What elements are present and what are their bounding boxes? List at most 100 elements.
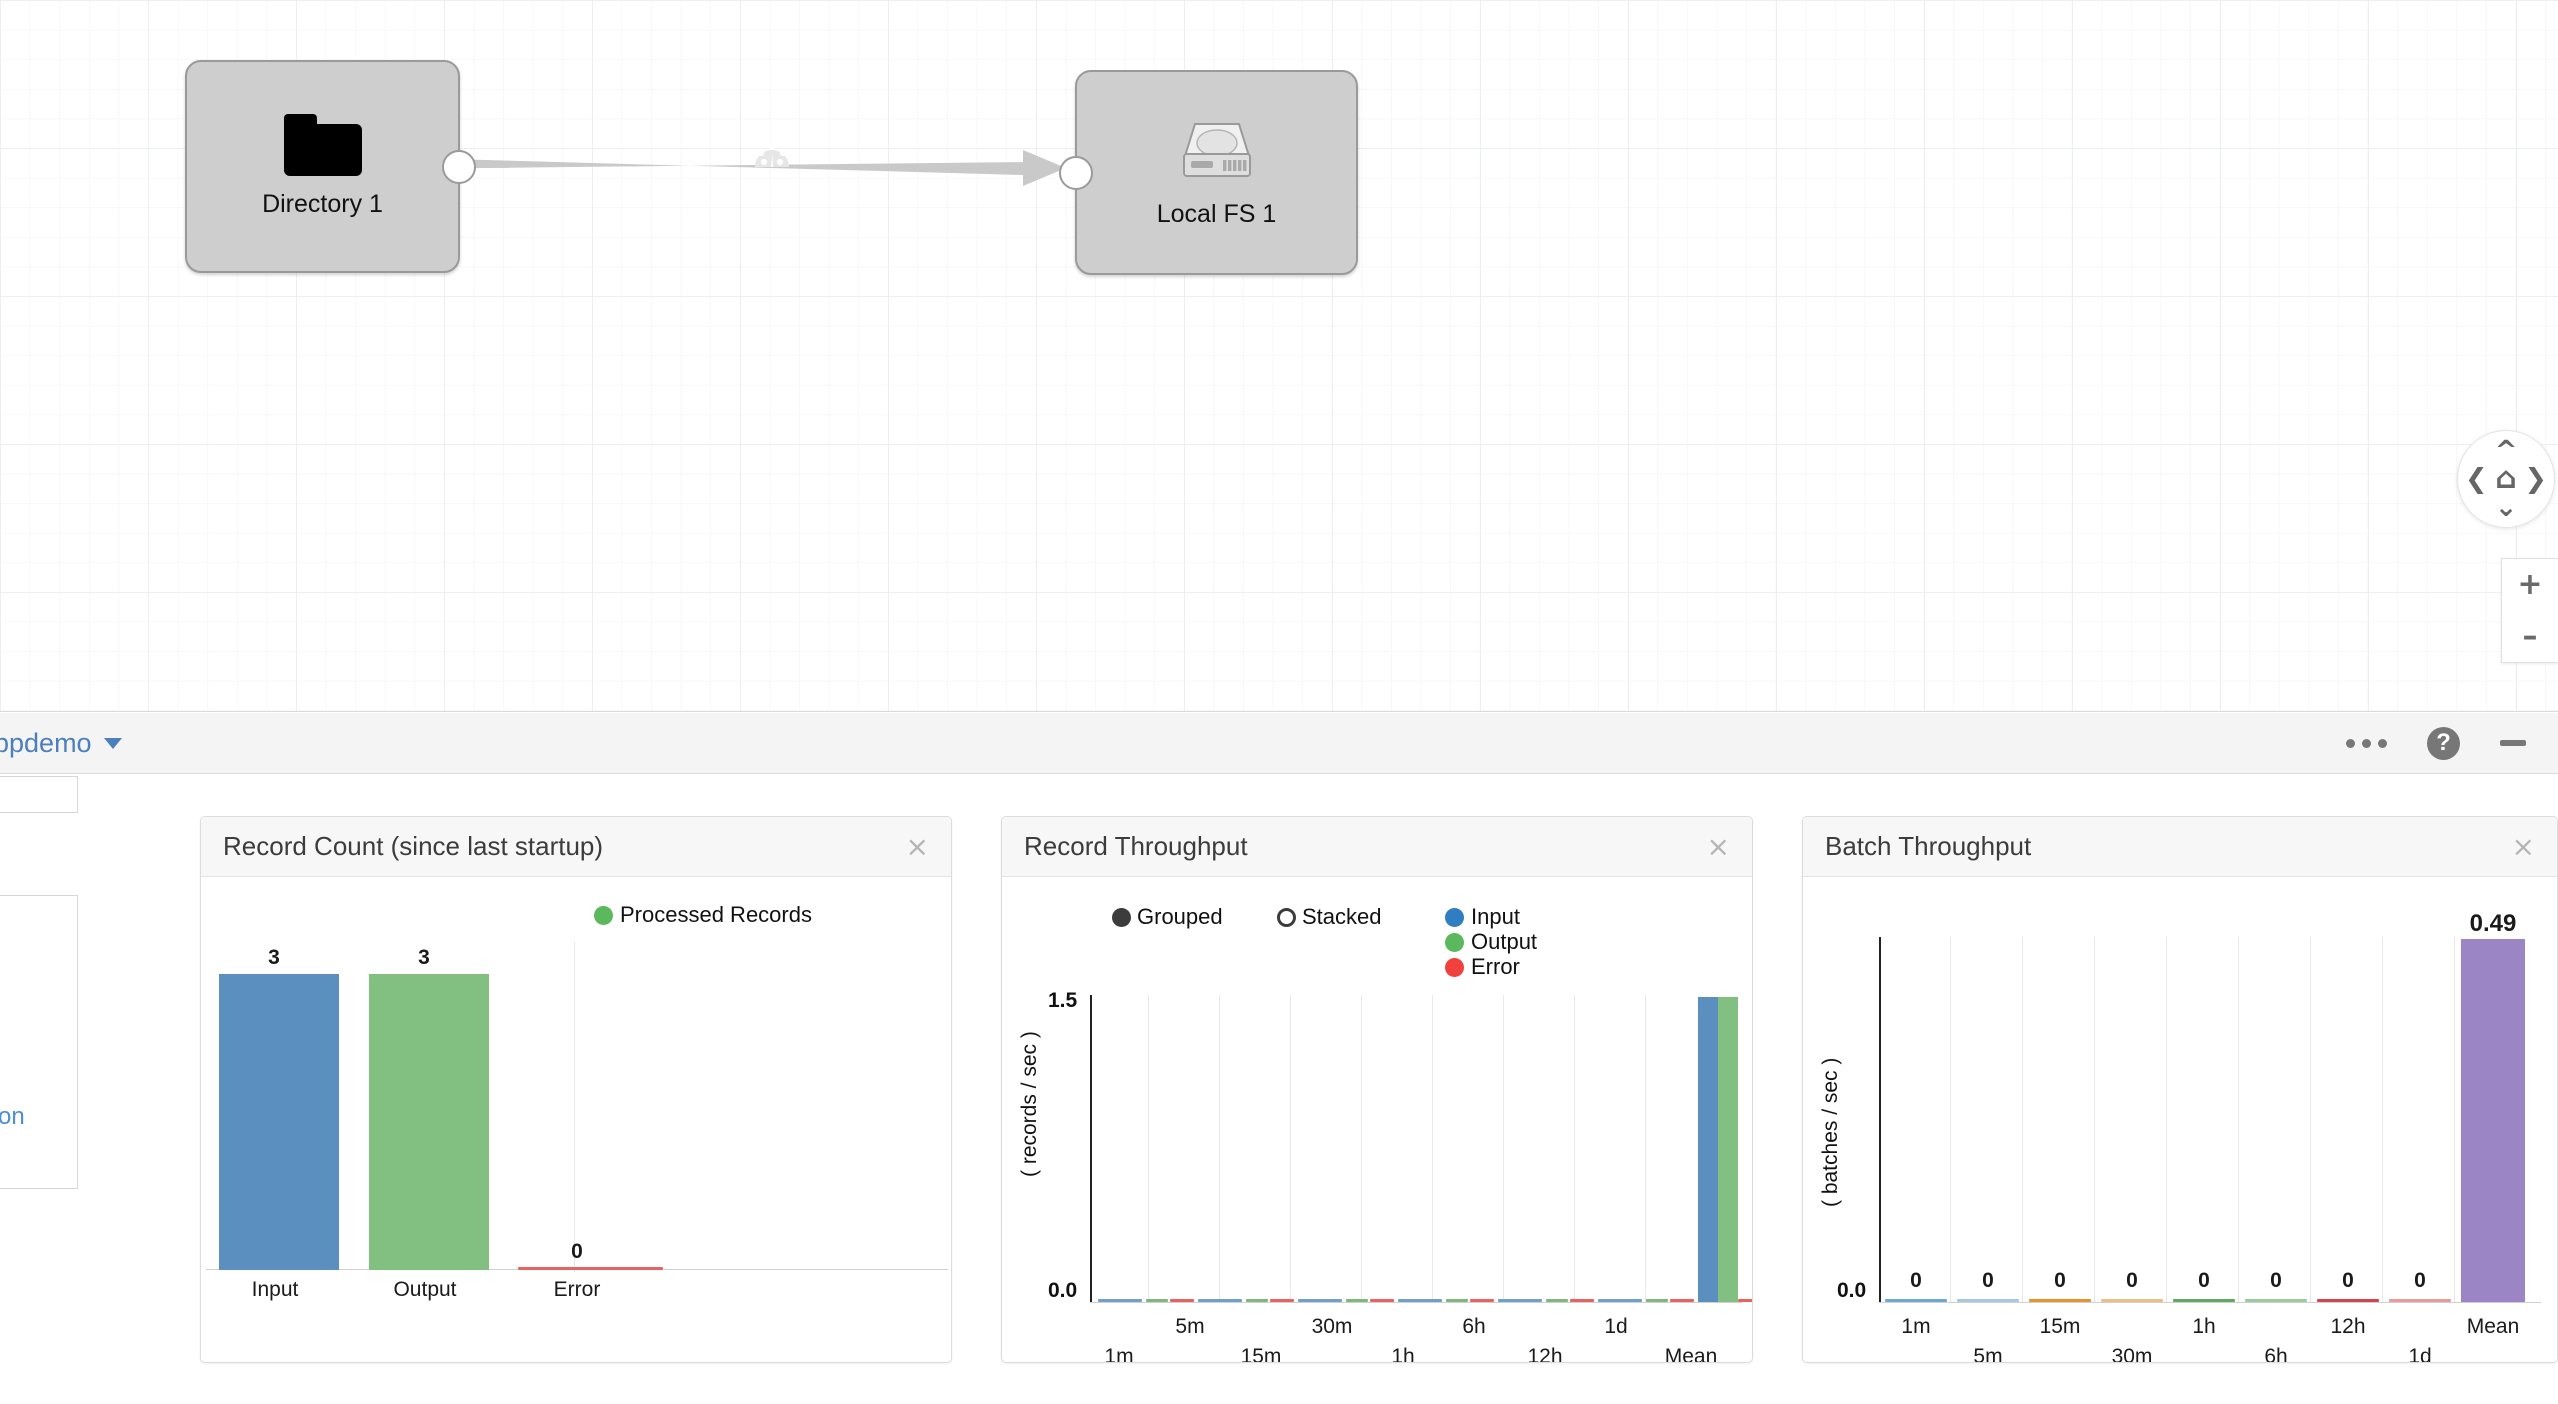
folder-icon: [283, 114, 362, 176]
panel-header: Record Count (since last startup) ×: [201, 817, 951, 877]
bar-value-label: 0: [1910, 1269, 1922, 1292]
bar-error[interactable]: [518, 1267, 663, 1270]
bar-input[interactable]: [219, 974, 339, 1270]
legend-item-processed-records[interactable]: Processed Records: [594, 902, 812, 928]
x-tick-label: 15m: [2039, 1315, 2081, 1338]
x-tick-label: Mean: [2466, 1315, 2520, 1338]
panel-header: Batch Throughput ×: [1803, 817, 2557, 877]
bar-value-label: 0: [2198, 1269, 2210, 1292]
bar-mean[interactable]: [2461, 939, 2525, 1302]
x-tick-label: 15m: [1240, 1345, 1282, 1362]
x-tick-label: 30m: [2111, 1345, 2153, 1362]
chevron-up-icon[interactable]: ^: [2495, 437, 2518, 464]
panel-header: Record Throughput ×: [1002, 817, 1752, 877]
y-tick-label: 0.0: [1048, 1279, 1078, 1302]
bar-1h[interactable]: [2173, 1299, 2235, 1302]
bar-1d[interactable]: [2389, 1299, 2451, 1302]
legend-label: Output: [1471, 929, 1538, 954]
output-port[interactable]: [442, 149, 476, 184]
plot-area: [206, 940, 948, 1270]
x-tick-label: 12h: [2330, 1315, 2366, 1338]
zoom-in-button[interactable]: +: [2502, 559, 2558, 611]
radio-stacked[interactable]: Stacked: [1277, 904, 1382, 930]
sidebar-panel-stub-top: [0, 776, 78, 813]
ellipsis-icon[interactable]: [2346, 738, 2387, 748]
legend-color-swatch: [1445, 932, 1464, 952]
panel-title: Batch Throughput: [1825, 831, 2032, 861]
legend-label: Error: [1471, 954, 1520, 979]
x-axis-line: [1090, 1302, 1742, 1303]
bar-12h[interactable]: [2317, 1299, 2379, 1302]
panel-title: Record Throughput: [1024, 831, 1248, 861]
minimize-icon[interactable]: [2500, 740, 2526, 746]
bar-30m[interactable]: [2101, 1299, 2163, 1302]
x-tick-label: 30m: [1311, 1315, 1353, 1338]
x-tick-label: Error: [553, 1278, 601, 1301]
x-tick-label: 6h: [2264, 1345, 2288, 1362]
bar-output[interactable]: [369, 974, 489, 1270]
chart-record-count: Processed Records 3 3 0 Input Output Err…: [201, 877, 951, 1362]
zoom-controls[interactable]: + –: [2501, 558, 2558, 663]
sidebar-panel-stub-bottom: [0, 895, 78, 1189]
bar-value-label: 3: [268, 946, 280, 969]
chevron-right-icon[interactable]: ❯: [2524, 466, 2547, 493]
stage-label: Local FS 1: [1156, 200, 1277, 228]
stage-node-local-fs-1[interactable]: Local FS 1: [1059, 70, 1358, 275]
x-tick-label: Mean: [1664, 1345, 1718, 1362]
close-icon[interactable]: ×: [2512, 832, 2535, 861]
radio-grouped[interactable]: Grouped: [1112, 904, 1223, 930]
stage-node-directory-1[interactable]: Directory 1: [185, 60, 476, 273]
legend-item-error[interactable]: Error: [1445, 954, 1520, 980]
bar-value-label: 0: [571, 1240, 583, 1263]
bar-6h[interactable]: [2245, 1299, 2307, 1302]
legend-item-input[interactable]: Input: [1445, 904, 1520, 930]
y-tick-label: 1.5: [1048, 989, 1078, 1012]
x-tick-label: 1d: [1604, 1315, 1628, 1338]
plot-area: [1090, 995, 1752, 1302]
help-circle-icon[interactable]: ?: [2427, 726, 2460, 760]
chart-record-throughput: Grouped Stacked Input Output Error ( rec…: [1002, 877, 1752, 1362]
x-tick-label: 1d: [2408, 1345, 2432, 1362]
bar-value-label: 0: [1982, 1269, 1994, 1292]
close-icon[interactable]: ×: [1707, 832, 1730, 861]
gauge-icon[interactable]: [752, 135, 792, 171]
pipeline-name-label[interactable]: ppdemo: [0, 728, 92, 759]
panel-record-throughput: Record Throughput × Grouped Stacked Inpu…: [1001, 816, 1753, 1363]
zoom-out-button[interactable]: –: [2502, 611, 2558, 663]
bar-error-mean[interactable]: [1738, 1299, 1752, 1302]
bar-value-label: 0: [2054, 1269, 2066, 1292]
x-tick-label: 12h: [1527, 1345, 1563, 1362]
legend-color-swatch: [1445, 907, 1464, 927]
y-axis-title: ( batches / sec ): [1819, 1057, 1842, 1207]
bar-1m[interactable]: [1885, 1299, 1947, 1302]
sidebar-link-partial[interactable]: on: [0, 1103, 25, 1131]
bar-input-mean[interactable]: [1698, 997, 1718, 1302]
pan-control[interactable]: ^ ⌄ ❮ ❯ ⌂: [2457, 430, 2555, 528]
pipeline-monitor-window: Directory 1 Local FS 1 ^ ⌄ ❮ ❯ ⌂ + – ppd…: [0, 0, 2558, 1404]
panel-title: Record Count (since last startup): [223, 831, 604, 861]
chevron-left-icon[interactable]: ❮: [2465, 466, 2488, 493]
stage-label: Directory 1: [262, 190, 383, 218]
legend-color-swatch: [1445, 957, 1464, 977]
x-tick-label: Input: [251, 1278, 299, 1301]
pipeline-canvas[interactable]: Directory 1 Local FS 1 ^ ⌄ ❮ ❯ ⌂ + –: [0, 0, 2558, 712]
bar-value-label: 3: [418, 946, 430, 969]
caret-down-icon[interactable]: [103, 737, 122, 749]
y-tick-label: 0.0: [1837, 1279, 1867, 1302]
input-port[interactable]: [1059, 155, 1093, 190]
chevron-down-icon[interactable]: ⌄: [2495, 494, 2518, 521]
home-icon[interactable]: ⌂: [2495, 464, 2516, 494]
close-icon[interactable]: ×: [906, 832, 929, 861]
bar-output-mean[interactable]: [1718, 997, 1738, 1302]
x-axis-line: [1879, 1302, 2541, 1303]
radio-label: Grouped: [1137, 904, 1223, 929]
plot-area: [1879, 937, 2541, 1302]
x-tick-label: 6h: [1462, 1315, 1486, 1338]
legend-item-output[interactable]: Output: [1445, 929, 1537, 955]
x-tick-label: 5m: [1973, 1345, 2003, 1362]
bar-15m[interactable]: [2029, 1299, 2091, 1302]
legend-color-swatch: [594, 905, 613, 925]
bar-value-label: 0: [2270, 1269, 2282, 1292]
bar-5m[interactable]: [1957, 1299, 2019, 1302]
hard-drive-icon: [1182, 123, 1251, 177]
